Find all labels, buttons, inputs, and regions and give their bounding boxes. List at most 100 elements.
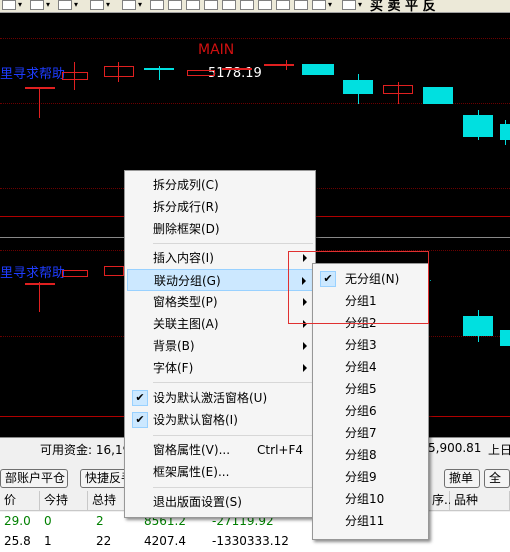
menu-separator xyxy=(153,435,313,436)
pencil-tool-icon[interactable] xyxy=(258,0,272,10)
dropdown-arrow-icon[interactable]: ▾ xyxy=(328,1,332,9)
column-header-seq[interactable]: 序.. xyxy=(428,491,452,511)
help-text: 里寻求帮助 xyxy=(0,67,66,82)
candle xyxy=(343,80,373,94)
dropdown-arrow-icon[interactable]: ▾ xyxy=(46,1,50,9)
cancel-order-button[interactable]: 撤单 xyxy=(444,469,480,488)
menu-item-default-pane[interactable]: ✔ 设为默认窗格(I) xyxy=(127,409,313,431)
candle-wick xyxy=(159,66,160,80)
menu-item-link-group[interactable]: 联动分组(G) xyxy=(127,269,313,291)
candle xyxy=(104,266,124,276)
dropdown-arrow-icon[interactable]: ▾ xyxy=(106,1,110,9)
submenu-item-group-11[interactable]: 分组11 xyxy=(315,510,426,532)
menu-item-split-columns[interactable]: 拆分成列(C) xyxy=(127,174,313,196)
candle xyxy=(62,72,88,80)
highlight-annotation-box xyxy=(288,251,429,324)
menu-item-default-active-pane[interactable]: ✔ 设为默认激活窗格(U) xyxy=(127,387,313,409)
candle xyxy=(104,66,134,77)
draw-tool-icon[interactable] xyxy=(90,0,104,10)
candle xyxy=(25,283,55,285)
ruler-tool-icon[interactable] xyxy=(294,0,308,10)
cell-today: 0 xyxy=(44,514,52,528)
table-row[interactable]: 25.8 1 22 4207.4 -1330333.12 xyxy=(0,532,510,552)
submenu-item-group-3[interactable]: 分组3 xyxy=(315,334,426,356)
cell-today: 1 xyxy=(44,534,52,548)
chart-tool-icon[interactable] xyxy=(2,0,16,10)
candle xyxy=(302,64,334,75)
cell-pnl: -1330333.12 xyxy=(212,534,289,548)
settings-tool-icon[interactable] xyxy=(342,0,356,10)
menu-item-background[interactable]: 背景(B) xyxy=(127,335,313,357)
cell-avg: 4207.4 xyxy=(144,534,186,548)
menu-item-font[interactable]: 字体(F) xyxy=(127,357,313,379)
grid-tool-icon[interactable] xyxy=(58,0,72,10)
column-header-today[interactable]: 今持 xyxy=(40,491,88,511)
eraser-tool-icon[interactable] xyxy=(240,0,254,10)
toolbar: ▾ ▾ ▾ ▾ ▾ ▾ ▾ 买 卖 平 反 xyxy=(0,0,510,13)
menu-item-delete-frame[interactable]: 删除框架(D) xyxy=(127,218,313,240)
candle-wick xyxy=(478,310,479,342)
menu-separator xyxy=(153,243,313,244)
submenu-arrow-icon xyxy=(303,364,307,372)
menu-item-pane-properties[interactable]: 窗格属性(V)... Ctrl+F4 xyxy=(127,439,313,461)
submenu-item-group-9[interactable]: 分组9 xyxy=(315,466,426,488)
menu-item-frame-properties[interactable]: 框架属性(E)... xyxy=(127,461,313,483)
funds-value: 5,900.81 xyxy=(428,441,482,455)
checkmark-icon: ✔ xyxy=(132,412,148,428)
cell-price: 29.0 xyxy=(4,514,31,528)
menu-item-pane-type[interactable]: 窗格类型(P) xyxy=(127,291,313,313)
candle xyxy=(264,64,294,66)
candle xyxy=(222,68,252,70)
candle xyxy=(25,87,55,89)
menu-item-insert-content[interactable]: 插入内容(I) xyxy=(127,247,313,269)
column-header-price[interactable]: 价 xyxy=(0,491,40,511)
submenu-item-group-7[interactable]: 分组7 xyxy=(315,422,426,444)
dropdown-arrow-icon[interactable]: ▾ xyxy=(74,1,78,9)
submenu-item-group-6[interactable]: 分组6 xyxy=(315,400,426,422)
quick-reverse-button[interactable]: 快捷反手 xyxy=(80,469,133,488)
copy-tool-icon[interactable] xyxy=(276,0,290,10)
table-tool-icon[interactable] xyxy=(312,0,326,10)
candle xyxy=(62,270,88,277)
menu-item-link-main-chart[interactable]: 关联主图(A) xyxy=(127,313,313,335)
menu-separator xyxy=(153,382,313,383)
prev-day-label: 上日 xyxy=(488,443,510,457)
candle xyxy=(430,280,431,281)
submenu-item-group-5[interactable]: 分组5 xyxy=(315,378,426,400)
chart-title: MAIN xyxy=(198,42,235,58)
trade-buttons-label[interactable]: 买 卖 平 反 xyxy=(370,0,436,12)
candle xyxy=(383,85,413,94)
text-tool-icon[interactable] xyxy=(186,0,200,10)
menu-item-exit-layout[interactable]: 退出版面设置(S) xyxy=(127,491,313,513)
submenu-arrow-icon xyxy=(303,342,307,350)
column-header-total[interactable]: 总持 xyxy=(88,491,128,511)
dropdown-arrow-icon[interactable]: ▾ xyxy=(138,1,142,9)
submenu-item-group-10[interactable]: 分组10 xyxy=(315,488,426,510)
fib-tool-icon[interactable] xyxy=(222,0,236,10)
help-text: 里寻求帮助 xyxy=(0,266,66,281)
checkmark-icon: ✔ xyxy=(132,390,148,406)
menu-item-split-rows[interactable]: 拆分成行(R) xyxy=(127,196,313,218)
candle xyxy=(423,87,453,104)
submenu-item-group-4[interactable]: 分组4 xyxy=(315,356,426,378)
dropdown-arrow-icon[interactable]: ▾ xyxy=(358,1,362,9)
column-header-symbol[interactable]: 品种 xyxy=(450,491,510,511)
dropdown-arrow-icon[interactable]: ▾ xyxy=(18,1,22,9)
indicator-tool-icon[interactable] xyxy=(30,0,44,10)
grid-line xyxy=(0,38,510,39)
window-tool-icon[interactable] xyxy=(122,0,136,10)
cell-price: 25.8 xyxy=(4,534,31,548)
candle xyxy=(500,330,510,346)
all-button[interactable]: 全 xyxy=(484,469,510,488)
submenu-item-group-8[interactable]: 分组8 xyxy=(315,444,426,466)
cell-total: 22 xyxy=(96,534,112,548)
pane-context-menu: 拆分成列(C) 拆分成行(R) 删除框架(D) 插入内容(I) 联动分组(G) … xyxy=(124,170,316,518)
candle xyxy=(500,124,510,140)
menu-separator xyxy=(153,487,313,488)
marker-tool-icon[interactable] xyxy=(204,0,218,10)
candle-wick xyxy=(39,282,40,312)
line-tool-icon[interactable] xyxy=(150,0,164,10)
close-all-positions-button[interactable]: 部账户平仓 xyxy=(0,469,68,488)
candle-wick xyxy=(39,88,40,118)
ray-tool-icon[interactable] xyxy=(168,0,182,10)
